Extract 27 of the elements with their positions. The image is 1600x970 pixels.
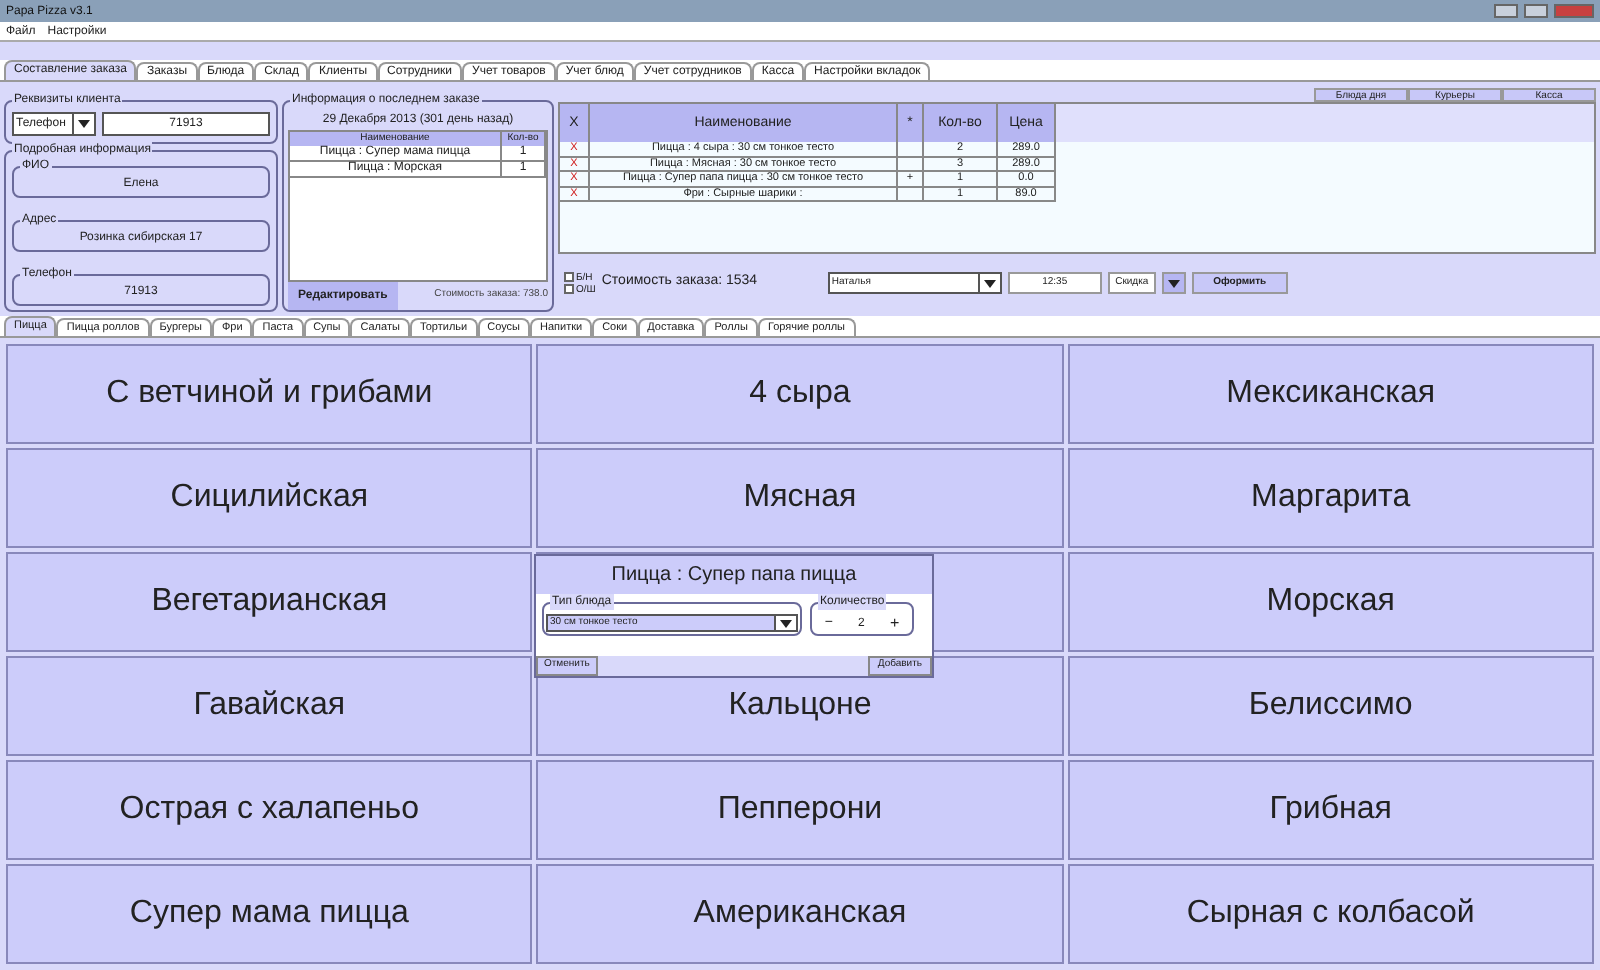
dish-button[interactable]: Белиссимо	[1067, 656, 1594, 756]
dialog-title: Пицца : Супер папа пицца	[536, 556, 932, 594]
dish-button[interactable]: Супер мама пицца	[6, 864, 533, 964]
dish-button[interactable]: 4 сыра	[536, 344, 1064, 444]
dish-button[interactable]: Гавайская	[6, 656, 533, 756]
increment-button[interactable]: +	[890, 616, 900, 632]
dish-button[interactable]: Грибная	[1067, 760, 1594, 860]
caret-icon	[1167, 279, 1180, 287]
dish-button[interactable]: Острая с халапеньо	[6, 760, 533, 860]
dish-button[interactable]: С ветчиной и грибами	[6, 344, 533, 444]
dish-button[interactable]: Сицилийская	[6, 448, 533, 548]
caret-icon	[78, 120, 90, 128]
caret-icon	[780, 619, 792, 627]
dish-button[interactable]: Маргарита	[1067, 448, 1594, 548]
maximize-button[interactable]	[1524, 4, 1548, 18]
discount-dropdown-button[interactable]	[1161, 272, 1186, 294]
dish-button[interactable]: Пепперони	[536, 760, 1064, 860]
minimize-button[interactable]	[1494, 4, 1518, 18]
caret-icon	[983, 279, 996, 287]
dish-button[interactable]: Мексиканская	[1067, 344, 1594, 444]
dish-button[interactable]: Сырная с колбасой	[1067, 864, 1594, 964]
dish-button[interactable]: Вегетарианская	[6, 552, 533, 652]
dish-button[interactable]: Американская	[536, 864, 1064, 964]
dish-button[interactable]: Мясная	[536, 448, 1064, 548]
dish-button[interactable]: Морская	[1067, 552, 1594, 652]
checkbox[interactable]	[564, 272, 574, 282]
checkbox[interactable]	[564, 284, 574, 294]
